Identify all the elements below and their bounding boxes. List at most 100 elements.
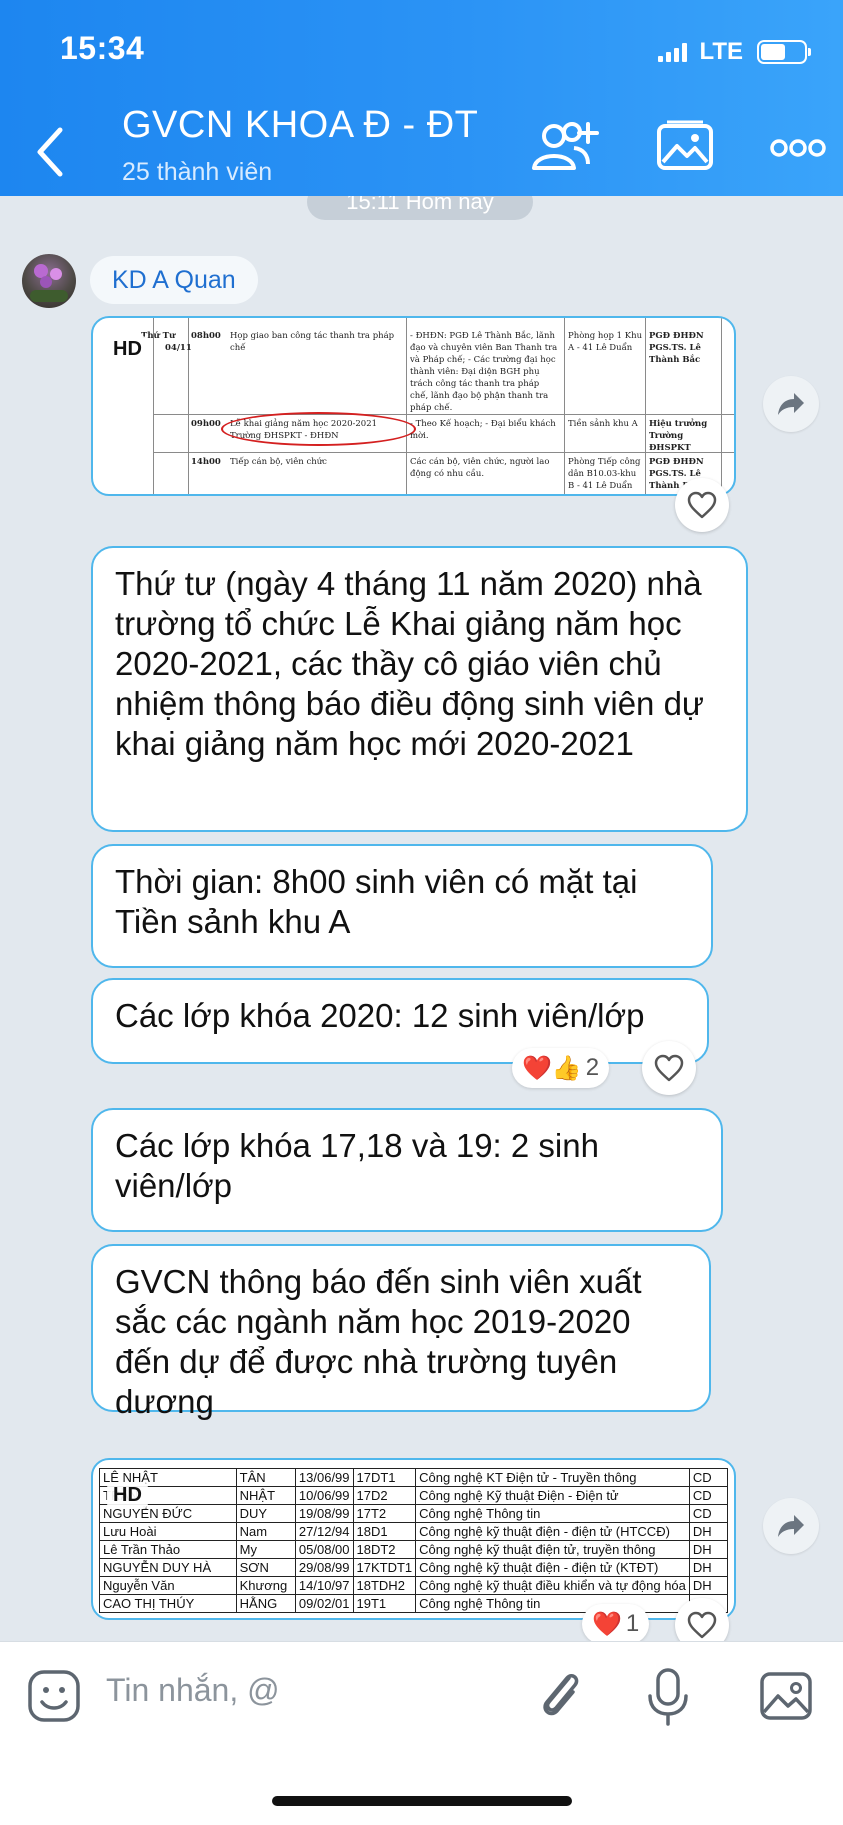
image-picker-icon[interactable] <box>758 1668 814 1729</box>
table-cell: DH <box>688 1558 729 1577</box>
table-cell: 17DT1 <box>352 1468 417 1487</box>
table-cell: 27/12/94 <box>294 1522 354 1541</box>
schedule-document: Thứ Tư 04/11 08h00 Họp giao ban công tác… <box>93 318 734 494</box>
cell-participants: - Theo Kế hoạch; - Đại biểu khách mời. <box>410 419 556 441</box>
message-text: Thứ tư (ngày 4 tháng 11 năm 2020) nhà tr… <box>115 565 705 762</box>
table-cell: 13/06/99 <box>294 1468 354 1487</box>
cell-content: Họp giao ban công tác thanh tra pháp chế <box>230 331 395 353</box>
table-row: NGUYỄN ĐỨC DUY 19/08/99 17T2 Công nghệ Thông… <box>99 1504 729 1523</box>
reaction-emojis: ❤️👍 <box>522 1054 582 1082</box>
table-cell: Nam <box>235 1522 296 1541</box>
table-cell: 14/10/97 <box>294 1576 354 1595</box>
table-cell: NHẬT <box>235 1486 296 1505</box>
table-cell: DUY <box>235 1504 296 1523</box>
heart-icon[interactable] <box>642 1041 696 1095</box>
microphone-icon[interactable] <box>646 1668 690 1733</box>
table-row: Lưu Hoài Nam 27/12/94 18D1 Công nghệ kỹ thuậ… <box>99 1522 729 1541</box>
message-input[interactable]: Tin nhắn, @ <box>106 1672 280 1709</box>
table-cell: CD <box>688 1486 729 1505</box>
table-cell: 17KTDT1 <box>352 1558 417 1577</box>
message-text: Các lớp khóa 2020: 12 sinh viên/lớp <box>115 997 645 1034</box>
table-cell: 10/06/99 <box>294 1486 354 1505</box>
reaction-count: 1 <box>625 1610 640 1637</box>
cell-participants: Các cán bộ, viên chức, người lao động có… <box>410 457 550 479</box>
add-member-icon[interactable] <box>530 118 602 179</box>
table-cell: 18DT2 <box>352 1540 417 1559</box>
hd-badge: HD <box>107 1482 148 1509</box>
back-icon[interactable] <box>30 122 70 182</box>
status-time: 15:34 <box>60 30 145 66</box>
table-cell: DH <box>688 1576 729 1595</box>
sticker-icon[interactable] <box>26 1668 82 1729</box>
group-title[interactable]: GVCN KHOA Đ - ĐT <box>122 104 478 147</box>
reaction-summary[interactable]: ❤️👍 2 <box>512 1048 610 1088</box>
image-message-student-list[interactable]: LÊ NHẬT TÂN 13/06/99 17DT1 Công nghệ KT Điện… <box>91 1458 736 1620</box>
table-row: LÊ NHẬT TÂN 13/06/99 17DT1 Công nghệ KT Điện… <box>99 1468 729 1487</box>
table-cell: Lưu Hoài <box>99 1522 237 1541</box>
member-count[interactable]: 25 thành viên <box>122 158 272 187</box>
message-bubble[interactable]: Các lớp khóa 17,18 và 19: 2 sinh viên/lớ… <box>91 1108 723 1232</box>
sender-name[interactable]: KD A Quan <box>90 256 258 304</box>
table-cell: SƠN <box>235 1558 296 1577</box>
table-cell: 17T2 <box>352 1504 417 1523</box>
attachment-icon[interactable] <box>535 1668 585 1729</box>
cell-time: 09h00 <box>191 419 221 429</box>
table-row: TRẦNNHẬT10/06/9917D2Công nghệ Kỹ thuật Đ… <box>99 1486 729 1505</box>
table-cell: Lê Trần Thảo <box>99 1540 237 1559</box>
table-cell: 19/08/99 <box>294 1504 354 1523</box>
cell-time: 14h00 <box>191 457 221 467</box>
reaction-summary[interactable]: ❤️ 1 <box>582 1604 650 1641</box>
table-row: Lê Trần Thảo My 05/08/00 18DT2 Công nghệ kỹ … <box>99 1540 729 1559</box>
table-cell: My <box>235 1540 296 1559</box>
table-cell: Công nghệ Thông tin <box>415 1504 690 1523</box>
cell-location: Phòng Tiếp công dân B10.03-khu B - 41 Lê… <box>568 457 641 491</box>
gallery-icon[interactable] <box>655 118 715 179</box>
table-cell: Công nghệ kỹ thuật điều khiển và tự động… <box>415 1576 690 1595</box>
table-cell: Khương <box>235 1576 296 1595</box>
share-icon[interactable] <box>763 376 819 432</box>
table-cell: 17D2 <box>352 1486 417 1505</box>
chat-header: 15:34 LTE GVCN KHOA Đ - ĐT 25 thành viên <box>0 0 843 196</box>
image-message-schedule[interactable]: Thứ Tư 04/11 08h00 Họp giao ban công tác… <box>91 316 736 496</box>
table-cell: HẰNG <box>235 1594 296 1613</box>
avatar[interactable] <box>22 254 76 308</box>
network-label: LTE <box>699 38 743 65</box>
message-text: Thời gian: 8h00 sinh viên có mặt tại Tiề… <box>115 863 638 940</box>
signal-icon <box>658 42 688 62</box>
cell-participants: - ĐHĐN: PGĐ Lê Thành Bắc, lãnh đạo và ch… <box>410 331 558 413</box>
message-input-bar: Tin nhắn, @ <box>0 1641 843 1825</box>
table-cell: Nguyễn Văn <box>99 1576 237 1595</box>
cell-chair: PGĐ ĐHĐN PGS.TS. Lê Thành Bắc <box>649 331 704 365</box>
message-bubble[interactable]: Các lớp khóa 2020: 12 sinh viên/lớp <box>91 978 709 1064</box>
message-bubble[interactable]: Thứ tư (ngày 4 tháng 11 năm 2020) nhà tr… <box>91 546 748 832</box>
cell-location: Tiền sảnh khu A <box>568 419 638 429</box>
table-cell: CD <box>688 1504 729 1523</box>
hd-badge: HD <box>107 336 148 363</box>
highlight-circle <box>221 412 416 446</box>
reaction-count: 2 <box>585 1054 600 1081</box>
share-icon[interactable] <box>763 1498 819 1554</box>
table-cell: Công nghệ kỹ thuật điện - điện tử (KTĐT) <box>415 1558 690 1577</box>
table-cell: Công nghệ Thông tin <box>415 1594 690 1613</box>
home-indicator <box>272 1796 572 1806</box>
table-row: Nguyễn Văn Khương 14/10/97 18TDH2 Công nghệ … <box>99 1576 729 1595</box>
cell-date: 04/11 <box>165 343 192 353</box>
cell-time: 08h00 <box>191 331 221 341</box>
cell-location: Phòng họp 1 Khu A - 41 Lê Duẩn <box>568 331 643 353</box>
student-table: LÊ NHẬT TÂN 13/06/99 17DT1 Công nghệ KT Điện… <box>99 1468 729 1613</box>
table-cell: 18D1 <box>352 1522 417 1541</box>
table-cell: Công nghệ Kỹ thuật Điện - Điện tử <box>415 1486 690 1505</box>
table-cell: DH <box>688 1540 729 1559</box>
more-icon[interactable] <box>770 138 826 163</box>
table-cell: NGUYỄN DUY HÀ <box>99 1558 237 1577</box>
table-cell: TÂN <box>235 1468 296 1487</box>
message-bubble[interactable]: Thời gian: 8h00 sinh viên có mặt tại Tiề… <box>91 844 713 968</box>
table-cell: CD <box>688 1468 729 1487</box>
table-cell: Công nghệ kỹ thuật điện - điện tử (HTCCĐ… <box>415 1522 690 1541</box>
battery-icon <box>757 40 811 64</box>
status-icons: LTE <box>658 38 811 66</box>
message-bubble[interactable]: GVCN thông báo đến sinh viên xuất sắc cá… <box>91 1244 711 1420</box>
cell-chair: Hiệu trưởng Trường ĐHSPKT <box>649 419 708 453</box>
heart-icon[interactable] <box>675 478 729 532</box>
chat-area[interactable]: 15:11 Hôm nay KD A Quan Thứ Tư 04/11 08h… <box>0 196 843 1641</box>
